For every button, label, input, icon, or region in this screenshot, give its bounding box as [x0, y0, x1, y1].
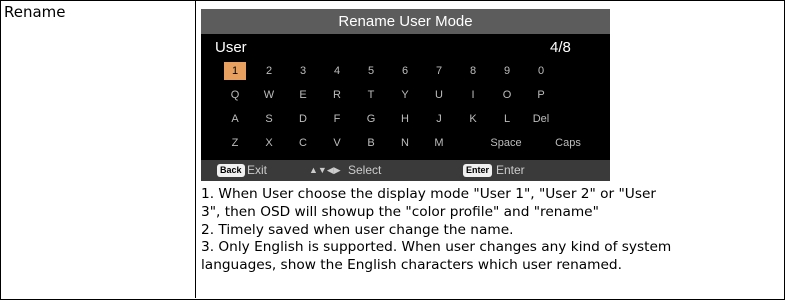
key-del[interactable]: Del — [519, 110, 563, 128]
arrow-keys-icon: ▲▼◀▶ — [309, 165, 341, 175]
enter-key-badge[interactable]: Enter — [463, 164, 493, 177]
key-n[interactable]: N — [394, 134, 416, 152]
key-4[interactable]: 4 — [326, 62, 348, 80]
key-v[interactable]: V — [326, 134, 348, 152]
key-u[interactable]: U — [428, 86, 450, 104]
key-7[interactable]: 7 — [428, 62, 450, 80]
key-2[interactable]: 2 — [258, 62, 280, 80]
osd-rename-panel: Rename User Mode User 4/8 1234567890 QWER… — [201, 9, 610, 181]
key-s[interactable]: S — [258, 110, 280, 128]
key-8[interactable]: 8 — [462, 62, 484, 80]
label-cell: Rename — [0, 0, 196, 298]
key-w[interactable]: W — [258, 86, 280, 104]
note-line: 3", then OSD will showup the "color prof… — [201, 203, 599, 220]
name-value-field[interactable]: User — [215, 39, 247, 56]
key-r[interactable]: R — [326, 86, 348, 104]
key-m[interactable]: M — [428, 134, 450, 152]
key-x[interactable]: X — [258, 134, 280, 152]
key-e[interactable]: E — [292, 86, 314, 104]
key-caps[interactable]: Caps — [546, 134, 590, 152]
key-q[interactable]: Q — [224, 86, 246, 104]
key-a[interactable]: A — [224, 110, 246, 128]
key-g[interactable]: G — [360, 110, 382, 128]
row-label: Rename — [4, 3, 66, 21]
osd-title: Rename User Mode — [201, 9, 610, 34]
key-space[interactable]: Space — [484, 134, 528, 152]
key-6[interactable]: 6 — [394, 62, 416, 80]
key-z[interactable]: Z — [224, 134, 246, 152]
key-o[interactable]: O — [496, 86, 518, 104]
key-0[interactable]: 0 — [530, 62, 552, 80]
key-h[interactable]: H — [394, 110, 416, 128]
key-j[interactable]: J — [428, 110, 450, 128]
key-k[interactable]: K — [462, 110, 484, 128]
key-3[interactable]: 3 — [292, 62, 314, 80]
key-1[interactable]: 1 — [224, 62, 246, 80]
enter-hint: Enter — [496, 163, 525, 177]
char-counter: 4/8 — [550, 39, 571, 56]
description-notes: 1. When User choose the display mode "Us… — [201, 186, 781, 275]
note-line: 2. Timely saved when user change the nam… — [201, 221, 514, 238]
key-c[interactable]: C — [292, 134, 314, 152]
exit-hint: Exit — [247, 163, 268, 177]
key-f[interactable]: F — [326, 110, 348, 128]
back-key-badge[interactable]: Back — [217, 164, 245, 177]
note-line: languages, show the English characters w… — [201, 257, 622, 274]
key-y[interactable]: Y — [394, 86, 416, 104]
key-b[interactable]: B — [360, 134, 382, 152]
key-l[interactable]: L — [496, 110, 518, 128]
key-i[interactable]: I — [462, 86, 484, 104]
note-line: 3. Only English is supported. When user … — [201, 239, 672, 256]
key-d[interactable]: D — [292, 110, 314, 128]
note-line: 1. When User choose the display mode "Us… — [201, 186, 656, 202]
osd-footer: Back Exit ▲▼◀▶ Select Enter Enter — [201, 160, 610, 181]
key-t[interactable]: T — [360, 86, 382, 104]
key-5[interactable]: 5 — [360, 62, 382, 80]
select-hint: Select — [348, 163, 382, 177]
key-9[interactable]: 9 — [496, 62, 518, 80]
key-p[interactable]: P — [530, 86, 552, 104]
